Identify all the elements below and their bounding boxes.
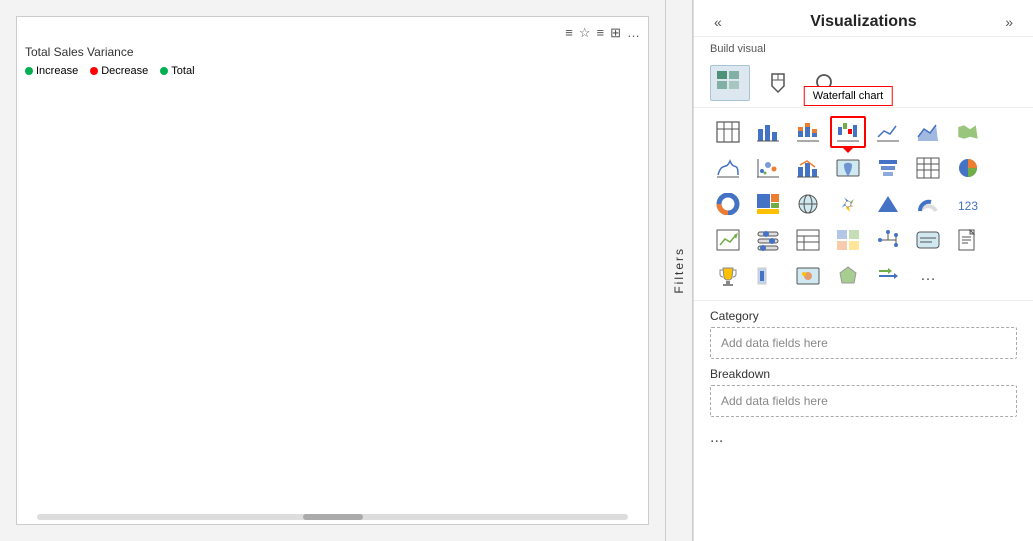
stacked-bar-icon[interactable]	[790, 116, 826, 148]
trophy-icon[interactable]	[710, 260, 746, 292]
collapse-button[interactable]: «	[710, 12, 726, 32]
expand-icon[interactable]: ⊞	[610, 25, 621, 41]
viz-header: « Visualizations »	[694, 0, 1033, 37]
expand-button[interactable]: »	[1001, 12, 1017, 32]
filled-map-icon[interactable]	[950, 116, 986, 148]
category-label: Category	[710, 309, 1017, 323]
more-visuals-icon[interactable]: …	[910, 260, 946, 292]
category-field[interactable]: Add data fields here	[710, 327, 1017, 359]
legend-label-increase: Increase	[36, 65, 78, 77]
arrow-nav-icon[interactable]	[870, 188, 906, 220]
menu-icon[interactable]: ≡	[565, 25, 573, 41]
pin-icon[interactable]: ☆	[579, 25, 591, 41]
horizontal-scrollbar[interactable]	[37, 514, 628, 520]
fields-icon-svg	[716, 70, 744, 96]
treemap-icon[interactable]	[750, 188, 786, 220]
breakdown-field[interactable]: Add data fields here	[710, 385, 1017, 417]
svg-text:123: 123	[958, 199, 978, 213]
arrow-chart-icon[interactable]	[870, 260, 906, 292]
matrix-icon[interactable]	[910, 152, 946, 184]
icon-grid: Waterfall chart	[694, 108, 1033, 300]
decomp-tree-icon[interactable]	[870, 224, 906, 256]
legend-label-decrease: Decrease	[101, 65, 148, 77]
chart-legend: Increase Decrease Total	[25, 65, 640, 77]
arc-gauge-icon[interactable]	[910, 188, 946, 220]
top-icons-row	[694, 59, 1033, 108]
smart-narrative-icon[interactable]	[910, 224, 946, 256]
pie-chart-icon[interactable]	[950, 152, 986, 184]
format-icon-svg	[764, 70, 792, 96]
fields-tab-icon[interactable]	[710, 65, 750, 101]
bar3-icon[interactable]	[750, 260, 786, 292]
azure-map-icon[interactable]	[790, 260, 826, 292]
build-visual-label: Build visual	[694, 37, 1033, 59]
map2-icon[interactable]	[830, 152, 866, 184]
scrollbar-thumb	[303, 514, 363, 520]
breakdown-label: Breakdown	[710, 367, 1017, 381]
table-icon[interactable]	[710, 116, 746, 148]
legend-dot-decrease	[90, 67, 98, 75]
analytics-icon-svg	[812, 70, 840, 96]
line-chart-icon[interactable]	[870, 116, 906, 148]
chart-container: ≡ ☆ ≡ ⊞ … Total Sales Variance Increase …	[0, 0, 665, 541]
filters-label[interactable]: Filters	[672, 247, 686, 294]
fields-section: Category Add data fields here Breakdown …	[694, 300, 1033, 459]
scatter-icon[interactable]	[750, 152, 786, 184]
legend-decrease: Decrease	[90, 65, 148, 77]
globe-icon[interactable]	[790, 188, 826, 220]
number-card-icon[interactable]: 123	[950, 188, 986, 220]
panel-title: Visualizations	[810, 13, 916, 31]
visual-toolbar: ≡ ☆ ≡ ⊞ …	[25, 25, 640, 41]
visualizations-panel: « Visualizations » Build visual	[693, 0, 1033, 541]
paginated-icon[interactable]	[950, 224, 986, 256]
filter-toolbar-icon[interactable]: ≡	[597, 25, 605, 41]
more-fields-dots: ...	[710, 425, 1017, 451]
area-chart-icon[interactable]	[910, 116, 946, 148]
bar-chart-icon[interactable]	[750, 116, 786, 148]
slicer-icon[interactable]	[750, 224, 786, 256]
visual-box: ≡ ☆ ≡ ⊞ … Total Sales Variance Increase …	[16, 16, 649, 525]
filters-panel[interactable]: Filters	[665, 0, 693, 541]
legend-total: Total	[160, 65, 194, 77]
table3-icon[interactable]	[790, 224, 826, 256]
legend-dot-increase	[25, 67, 33, 75]
legend-label-total: Total	[171, 65, 194, 77]
grid3-icon[interactable]	[830, 224, 866, 256]
legend-dot-total	[160, 67, 168, 75]
shape-map-icon[interactable]	[830, 260, 866, 292]
donut-icon[interactable]	[710, 188, 746, 220]
chart-title: Total Sales Variance	[25, 45, 640, 59]
flower-icon[interactable]	[830, 188, 866, 220]
more-toolbar-icon[interactable]: …	[627, 25, 640, 41]
ribbon-icon[interactable]	[710, 152, 746, 184]
analytics-tab-icon[interactable]	[806, 65, 846, 101]
waterfall-icon[interactable]: Waterfall chart	[830, 116, 866, 148]
format-tab-icon[interactable]	[758, 65, 798, 101]
kpi-icon[interactable]	[710, 224, 746, 256]
legend-increase: Increase	[25, 65, 78, 77]
combo-chart-icon[interactable]	[790, 152, 826, 184]
funnel-chart-icon[interactable]	[870, 152, 906, 184]
